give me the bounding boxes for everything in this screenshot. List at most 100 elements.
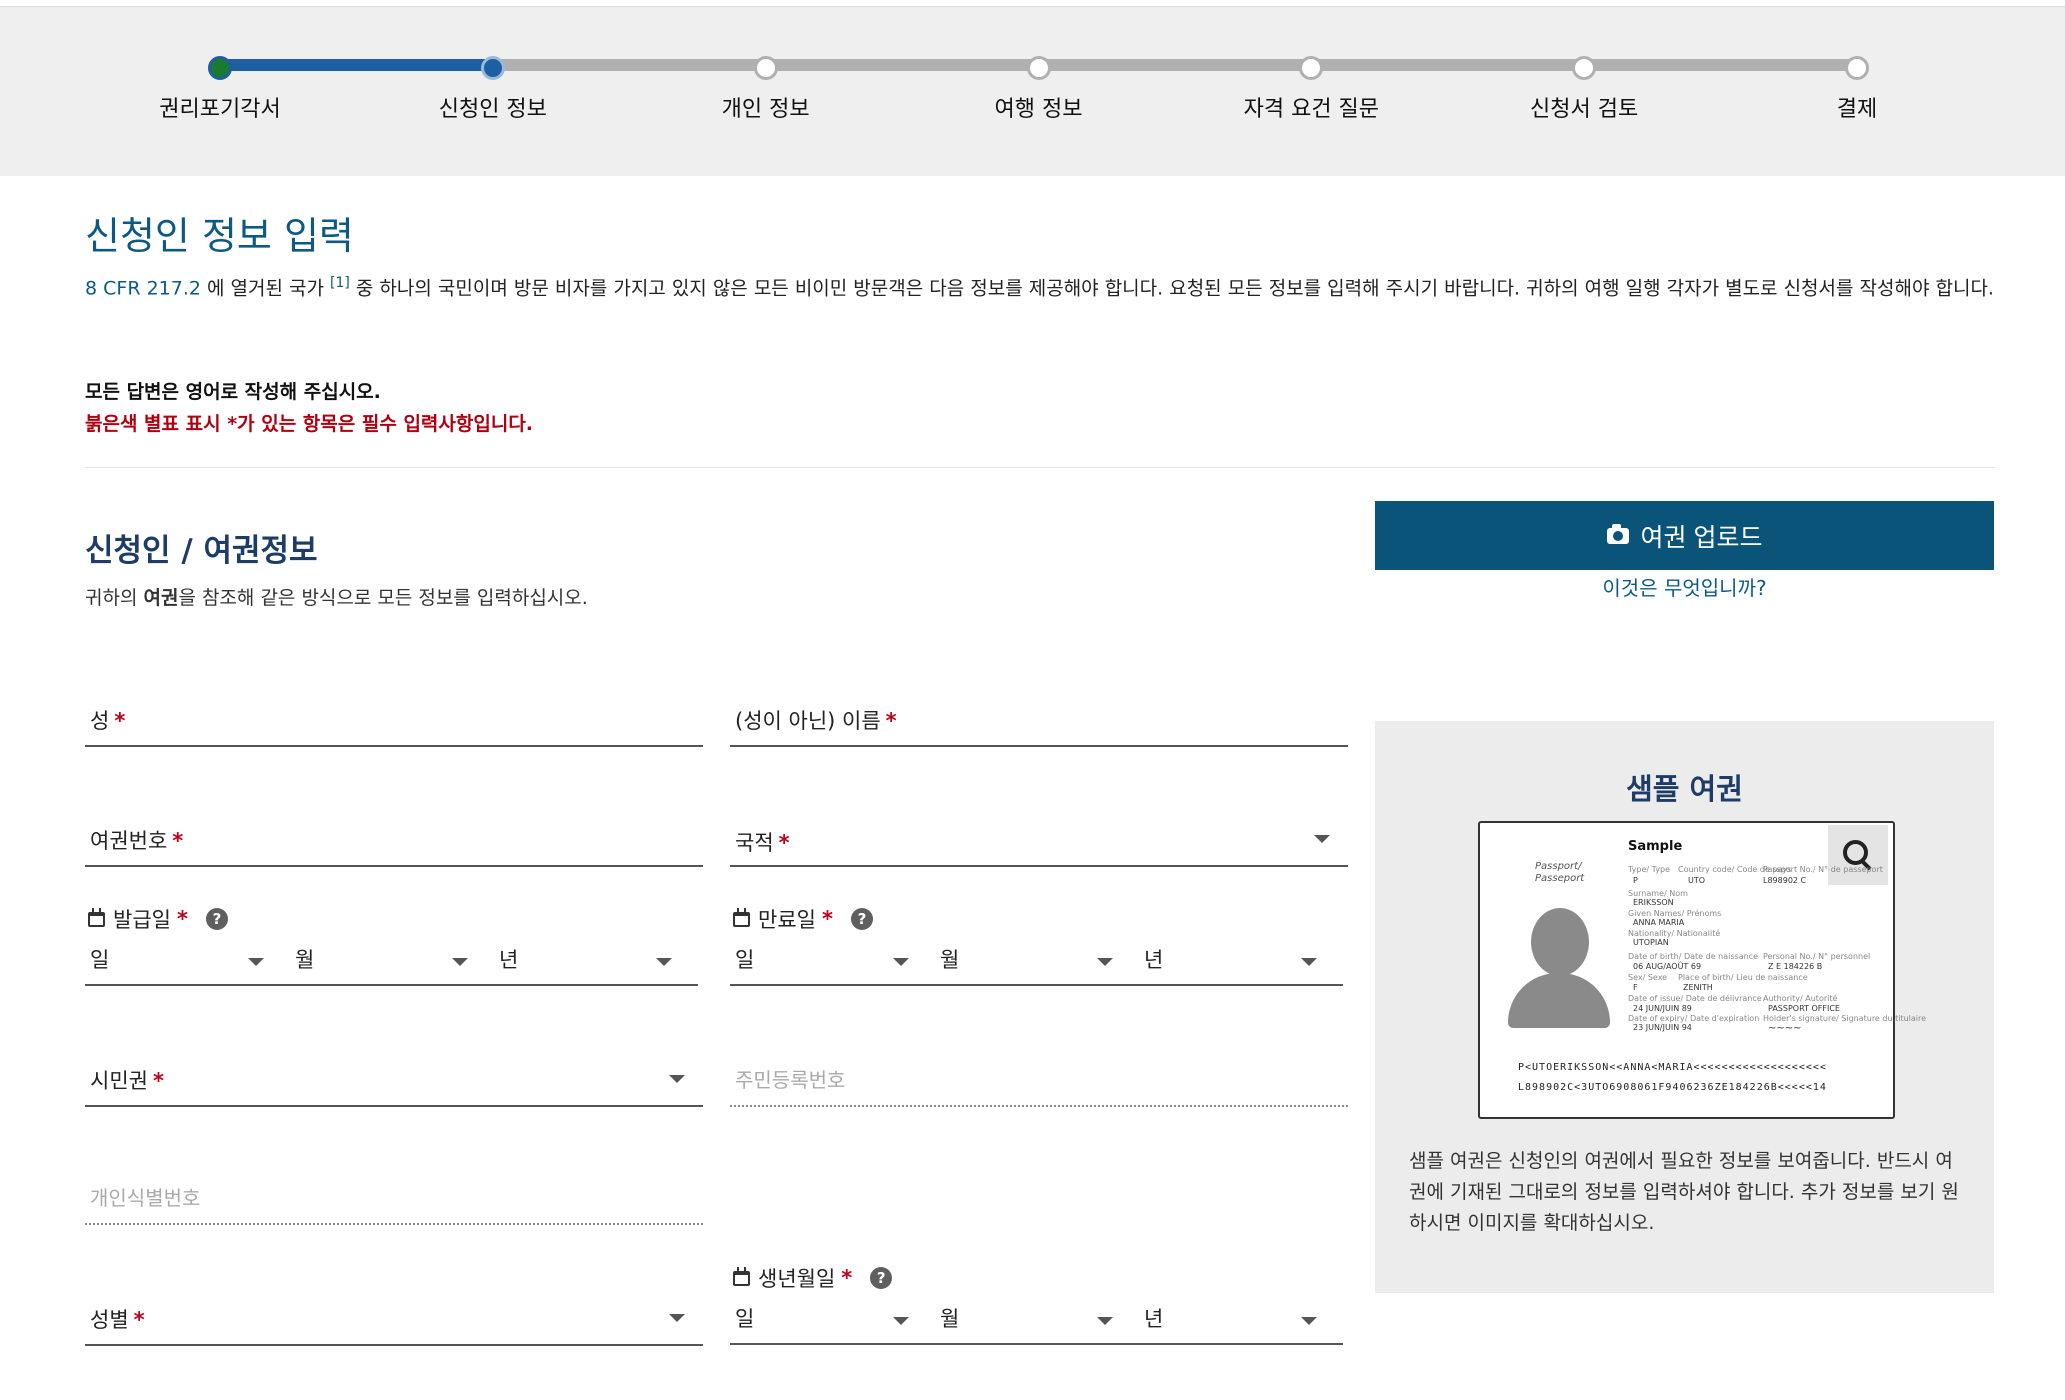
help-icon[interactable]: ? — [850, 908, 873, 930]
pp-pob-value: ZENITH — [1683, 983, 1713, 992]
passport-number-field[interactable]: 여권번호 * — [85, 813, 703, 867]
pp-country-value: UTO — [1688, 876, 1706, 885]
passport-mrz: P<UTOERIKSSON<<ANNA<MARIA<<<<<<<<<<<<<<<… — [1518, 1058, 1827, 1098]
personal-id-field[interactable]: 개인식별번호 — [85, 1171, 703, 1225]
national-id-field[interactable]: 주민등록번호 — [730, 1053, 1348, 1107]
what-is-this-link[interactable]: 이것은 무엇입니까? — [1375, 572, 1994, 601]
calendar-icon — [88, 907, 105, 927]
section-subtitle: 귀하의 여권을 참조해 같은 방식으로 모든 정보를 입력하십시오. — [85, 583, 588, 610]
passport-number-label-text: 여권번호 — [90, 829, 168, 853]
pp-pob-label: Place of birth/ Lieu de naissance — [1678, 973, 1808, 982]
birth-date-label-text: 생년월일 — [758, 1267, 836, 1291]
given-name-field[interactable]: (성이 아닌) 이름 * — [730, 693, 1348, 747]
progress-step-label: 여행 정보 — [994, 97, 1083, 122]
birth-day-select[interactable]: 일 — [735, 1303, 754, 1333]
footnote-link[interactable]: [1] — [330, 275, 350, 291]
progress-bar: 권리포기각서 신청인 정보 개인 정보 여행 정보 자격 요건 질문 신청서 검토 결제 — [0, 7, 2065, 176]
issue-date-label: 발급일 * ? — [88, 904, 228, 934]
chevron-down-icon — [248, 958, 264, 966]
mrz-line-1: P<UTOERIKSSON<<ANNA<MARIA<<<<<<<<<<<<<<<… — [1518, 1062, 1827, 1073]
sex-select[interactable]: 성별 * — [85, 1292, 703, 1346]
help-icon[interactable]: ? — [870, 1267, 893, 1289]
mrz-line-2: L898902C<3UTO6908061F9406236ZE184226B<<<… — [1518, 1082, 1827, 1093]
page-title: 신청인 정보 입력 — [85, 214, 354, 258]
surname-label: 성 * — [90, 705, 125, 735]
chevron-down-icon — [656, 958, 672, 966]
issue-date-row: 일 월 년 — [85, 942, 698, 986]
progress-step-label: 개인 정보 — [721, 97, 810, 122]
chevron-down-icon — [669, 1314, 685, 1322]
sample-label: Sample — [1628, 839, 1683, 854]
sex-label: 성별 * — [90, 1304, 145, 1334]
birth-year-select[interactable]: 년 — [1144, 1303, 1163, 1333]
nationality-label: 국적 * — [735, 827, 790, 857]
issue-month-select[interactable]: 월 — [295, 944, 314, 974]
zoom-button[interactable] — [1828, 825, 1888, 885]
required-mark: * — [176, 907, 188, 931]
personal-id-placeholder: 개인식별번호 — [90, 1186, 201, 1210]
pp-pid-value: Z E 184226 B — [1768, 962, 1823, 971]
national-id-placeholder: 주민등록번호 — [735, 1068, 846, 1092]
pp-pid-label: Personal No./ N° personnel — [1763, 952, 1871, 961]
sample-passport-image[interactable]: Passport/ Passeport Sample Type/ Type Co… — [1478, 821, 1926, 1119]
required-mark: * — [885, 709, 897, 733]
required-mark: * — [152, 1069, 164, 1093]
issue-year-select[interactable]: 년 — [499, 944, 518, 974]
sample-passport-description: 샘플 여권은 신청인의 여권에서 필요한 정보를 보여줍니다. 반드시 여권에 … — [1409, 1150, 1959, 1234]
progress-step-label: 신청인 정보 — [438, 97, 547, 122]
pp-auth-value: PASSPORT OFFICE — [1768, 1004, 1840, 1013]
birth-date-row: 일 월 년 — [730, 1301, 1343, 1345]
help-icon[interactable]: ? — [205, 908, 228, 930]
pp-given-label: Given Names/ Prénoms — [1628, 909, 1722, 918]
expiry-day-select[interactable]: 일 — [735, 944, 754, 974]
expiry-month-select[interactable]: 월 — [940, 944, 959, 974]
expiry-date-label-text: 만료일 — [758, 908, 816, 932]
chevron-down-icon — [1097, 1317, 1113, 1325]
upload-passport-label: 여권 업로드 — [1640, 523, 1763, 552]
pp-dob-value: 06 AUG/AOÛT 69 — [1633, 962, 1702, 971]
section-subtitle-a: 귀하의 — [85, 587, 144, 609]
citizenship-select[interactable]: 시민권 * — [85, 1053, 703, 1107]
intro-part-b: 중 하나의 국민이며 방문 비자를 가지고 있지 않은 모든 비이민 방문객은 … — [349, 277, 1994, 300]
issue-day-select[interactable]: 일 — [90, 944, 109, 974]
intro-text: 8 CFR 217.2 에 열거된 국가 [1] 중 하나의 국민이며 방문 비… — [85, 268, 1995, 304]
top-border — [0, 0, 2065, 7]
pp-nat-value: UTOPIAN — [1633, 938, 1669, 947]
progress-step-label: 결제 — [1836, 97, 1878, 122]
issue-date-label-text: 발급일 — [113, 908, 171, 932]
divider — [85, 467, 1995, 468]
sample-passport-panel: 샘플 여권 Passport/ Passeport Sample Type/ T… — [1375, 721, 1994, 1293]
progress-step-dot — [480, 56, 505, 80]
upload-passport-button[interactable]: 여권 업로드 — [1375, 501, 1994, 570]
pp-doi-value: 24 JUN/JUIN 89 — [1633, 1004, 1692, 1013]
given-name-label-text: (성이 아닌) 이름 — [735, 709, 881, 733]
sample-passport-title: 샘플 여권 — [1626, 772, 1743, 806]
pp-auth-label: Authority/ Autorité — [1763, 994, 1838, 1003]
pp-nat-label: Nationality/ Nationalité — [1628, 929, 1721, 938]
surname-field[interactable]: 성 * — [85, 693, 703, 747]
pp-surname-label: Surname/ Nom — [1628, 889, 1688, 898]
pp-doi-label: Date of issue/ Date de délivrance — [1628, 994, 1762, 1003]
sex-label-text: 성별 — [90, 1308, 129, 1332]
pp-given-value: ANNA MARIA — [1633, 918, 1685, 927]
pp-passno-value: L898902 C — [1763, 876, 1807, 885]
pp-dob-label: Date of birth/ Date de naissance — [1628, 952, 1758, 961]
nationality-select[interactable]: 국적 * — [730, 813, 1348, 867]
intro-part-a: 에 열거된 국가 — [200, 277, 331, 300]
cfr-link[interactable]: 8 CFR 217.2 — [85, 277, 201, 299]
chevron-down-icon — [1301, 1317, 1317, 1325]
pp-type-value: P — [1633, 876, 1638, 885]
surname-label-text: 성 — [90, 709, 110, 733]
given-name-label: (성이 아닌) 이름 * — [735, 705, 897, 735]
birth-month-select[interactable]: 월 — [940, 1303, 959, 1333]
citizenship-label: 시민권 * — [90, 1065, 164, 1095]
calendar-icon — [733, 1266, 750, 1286]
signature: ~~~~ — [1768, 1023, 1802, 1034]
section-subtitle-b: 을 참조해 같은 방식으로 모든 정보를 입력하십시오. — [178, 587, 588, 609]
required-mark: * — [778, 831, 790, 855]
required-mark: * — [172, 829, 184, 853]
required-mark: * — [821, 907, 833, 931]
nationality-label-text: 국적 — [735, 831, 774, 855]
expiry-year-select[interactable]: 년 — [1144, 944, 1163, 974]
chevron-down-icon — [1097, 958, 1113, 966]
